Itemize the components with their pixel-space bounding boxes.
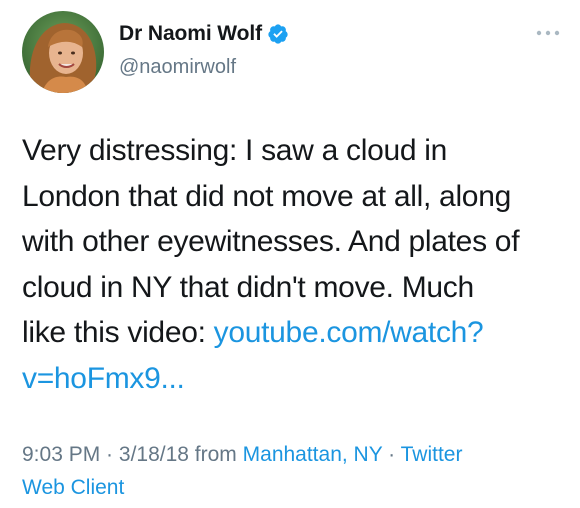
tweet-text-fragment: like this video:: [22, 316, 214, 349]
tweet-text-line: London that did not move at all, along: [22, 179, 511, 213]
avatar[interactable]: [22, 11, 104, 93]
tweet-text-line: Very distressing: I saw a cloud in: [22, 134, 448, 167]
tweet-meta-line: 9:03 PM · 3/18/18 from Manhattan, NY · T…: [22, 438, 562, 471]
verified-badge-icon: [267, 23, 289, 45]
client-link-continued[interactable]: Web Client: [22, 476, 124, 499]
tweet-text-line: cloud in NY that didn't move. Much: [22, 270, 474, 304]
tweet-meta-line: Web Client: [22, 471, 562, 504]
ellipsis-icon[interactable]: [535, 28, 561, 38]
author-handle[interactable]: @naomirwolf: [119, 56, 236, 79]
meta-separator: ·: [382, 443, 401, 466]
display-name[interactable]: Dr Naomi Wolf: [119, 22, 262, 46]
tweet-text-line-with-link: like this video: youtube.com/watch?: [22, 310, 572, 356]
tweet-time[interactable]: 9:03 PM: [22, 443, 100, 466]
tweet-text-line: with other eyewitnesses. And plates of: [22, 225, 520, 258]
youtube-link-continued[interactable]: v=hoFmx9...: [22, 362, 185, 395]
tweet-date[interactable]: 3/18/18: [119, 443, 189, 466]
tweet-card: Dr Naomi Wolf @naomirwolf Very distressi…: [0, 0, 580, 508]
client-link[interactable]: Twitter: [401, 443, 463, 466]
meta-from-label: from: [188, 443, 243, 466]
author-name-row[interactable]: Dr Naomi Wolf: [119, 22, 289, 46]
tweet-meta: 9:03 PM · 3/18/18 from Manhattan, NY · T…: [22, 438, 562, 504]
tweet-text-line: v=hoFmx9...: [22, 356, 572, 402]
location-link[interactable]: Manhattan, NY: [243, 443, 383, 466]
youtube-link[interactable]: youtube.com/watch?: [214, 316, 484, 349]
meta-separator: ·: [100, 443, 119, 466]
tweet-text: Very distressing: I saw a cloud in Londo…: [22, 128, 572, 401]
profile-photo-icon: [22, 11, 104, 93]
